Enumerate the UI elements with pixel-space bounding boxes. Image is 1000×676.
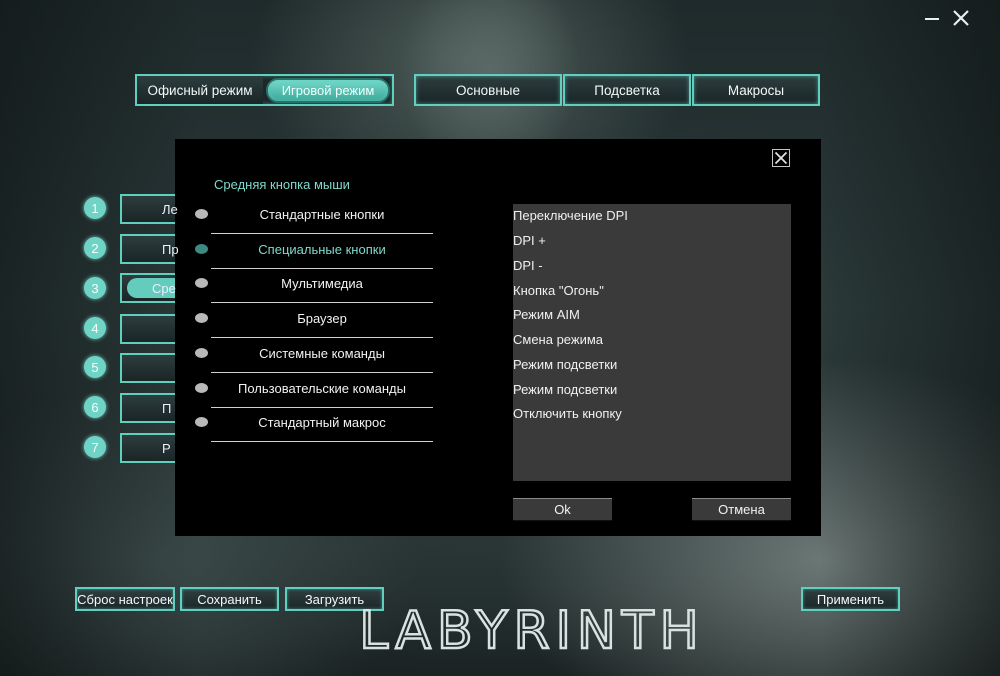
category-system-commands[interactable]: Системные команды bbox=[195, 339, 433, 373]
button-number-3: 3 bbox=[84, 277, 106, 299]
side-button-7-label: Р bbox=[162, 440, 171, 456]
category-standard-buttons[interactable]: Стандартные кнопки bbox=[195, 200, 433, 234]
tab-main[interactable]: Основные bbox=[414, 74, 562, 106]
category-label: Специальные кнопки bbox=[258, 242, 386, 257]
tab-macros-label: Макросы bbox=[727, 82, 785, 98]
dialog-close-icon[interactable] bbox=[772, 149, 790, 167]
background-shade-right bbox=[820, 0, 1000, 676]
button-assign-dialog: Средняя кнопка мыши Стандартные кнопки С… bbox=[175, 139, 821, 536]
cancel-button[interactable]: Отмена bbox=[692, 498, 791, 521]
category-multimedia[interactable]: Мультимедиа bbox=[195, 269, 433, 303]
divider bbox=[211, 302, 433, 303]
tab-office-mode[interactable]: Офисный режим bbox=[137, 76, 263, 104]
radio-dot bbox=[195, 383, 208, 393]
list-item[interactable]: Режим подсветки bbox=[513, 378, 791, 402]
category-user-commands[interactable]: Пользовательские команды bbox=[195, 374, 433, 408]
list-item[interactable]: Отключить кнопку bbox=[513, 402, 791, 426]
category-special-buttons[interactable]: Специальные кнопки bbox=[195, 235, 433, 269]
reset-settings-button[interactable]: Сброс настроек bbox=[75, 587, 175, 611]
divider bbox=[211, 372, 433, 373]
list-item[interactable]: Кнопка "Огонь" bbox=[513, 279, 791, 303]
divider bbox=[211, 441, 433, 442]
function-list[interactable]: Переключение DPI DPI + DPI - Кнопка "Ого… bbox=[513, 204, 791, 481]
save-button[interactable]: Сохранить bbox=[180, 587, 279, 611]
list-item[interactable]: Смена режима bbox=[513, 328, 791, 352]
button-number-2: 2 bbox=[84, 237, 106, 259]
radio-dot bbox=[195, 209, 208, 219]
side-button-2-label: Пр bbox=[162, 241, 179, 257]
side-button-6-label: П bbox=[162, 400, 172, 416]
tab-lighting-label: Подсветка bbox=[594, 82, 660, 98]
close-icon[interactable] bbox=[950, 8, 972, 28]
tab-game-mode-label: Игровой режим bbox=[281, 83, 375, 98]
category-label: Системные команды bbox=[259, 346, 385, 361]
list-item[interactable]: DPI + bbox=[513, 229, 791, 253]
category-label: Стандартные кнопки bbox=[259, 207, 385, 222]
radio-dot bbox=[195, 244, 208, 254]
radio-dot bbox=[195, 417, 208, 427]
tab-lighting[interactable]: Подсветка bbox=[563, 74, 691, 106]
category-standard-macro[interactable]: Стандартный макрос bbox=[195, 408, 433, 442]
button-number-7: 7 bbox=[84, 436, 106, 458]
radio-dot bbox=[195, 278, 208, 288]
tab-game-mode[interactable]: Игровой режим bbox=[266, 78, 390, 103]
radio-dot bbox=[195, 313, 208, 323]
button-number-4: 4 bbox=[84, 317, 106, 339]
category-label: Стандартный макрос bbox=[258, 415, 386, 430]
tab-main-label: Основные bbox=[455, 82, 521, 98]
tab-macros[interactable]: Макросы bbox=[692, 74, 820, 106]
ok-button[interactable]: Ok bbox=[513, 498, 612, 521]
side-button-1-label: Ле bbox=[162, 201, 178, 217]
labyrinth-logo: LABYRINTH bbox=[358, 600, 705, 658]
category-label: Пользовательские команды bbox=[238, 381, 406, 396]
divider bbox=[211, 337, 433, 338]
radio-dot bbox=[195, 348, 208, 358]
button-number-5: 5 bbox=[84, 356, 106, 378]
button-number-1: 1 bbox=[84, 197, 106, 219]
list-item[interactable]: DPI - bbox=[513, 254, 791, 278]
tab-office-mode-label: Офисный режим bbox=[147, 82, 253, 98]
divider bbox=[211, 233, 433, 234]
category-browser[interactable]: Браузер bbox=[195, 304, 433, 338]
side-button-3-label: Сре bbox=[152, 280, 176, 296]
list-item[interactable]: Режим AIM bbox=[513, 303, 791, 327]
list-item[interactable]: Режим подсветки bbox=[513, 353, 791, 377]
minimize-icon[interactable] bbox=[921, 8, 943, 28]
logo-text: LABYRINTH bbox=[359, 601, 705, 658]
dialog-title: Средняя кнопка мыши bbox=[214, 177, 350, 192]
apply-button[interactable]: Применить bbox=[801, 587, 900, 611]
list-item[interactable]: Переключение DPI bbox=[513, 204, 791, 228]
category-label: Мультимедиа bbox=[281, 276, 363, 291]
button-number-6: 6 bbox=[84, 396, 106, 418]
category-label: Браузер bbox=[297, 311, 347, 326]
